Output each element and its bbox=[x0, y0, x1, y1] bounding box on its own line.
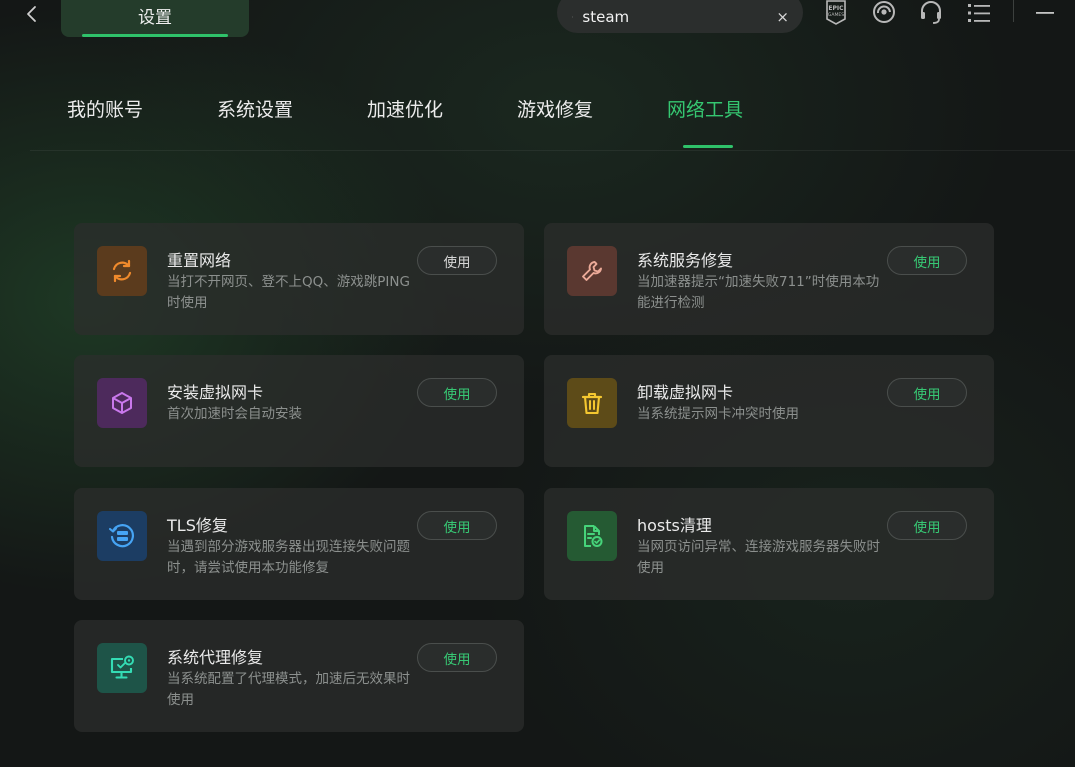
card-system-proxy-repair: 系统代理修复 当系统配置了代理模式，加速后无效果时使用 使用 bbox=[74, 620, 524, 732]
use-button[interactable]: 使用 bbox=[887, 378, 967, 407]
headset-support-icon[interactable] bbox=[917, 0, 945, 26]
tab-system-settings[interactable]: 系统设置 bbox=[217, 95, 293, 122]
use-button[interactable]: 使用 bbox=[417, 378, 497, 407]
server-icon bbox=[97, 511, 147, 561]
use-button[interactable]: 使用 bbox=[887, 246, 967, 275]
settings-tabs: 我的账号 系统设置 加速优化 游戏修复 网络工具 bbox=[0, 95, 1075, 151]
card-description: 当系统提示网卡冲突时使用 bbox=[637, 406, 799, 422]
card-system-service-repair: 系统服务修复 当加速器提示“加速失败711”时使用本功能进行检测 使用 bbox=[544, 223, 994, 335]
minimize-icon[interactable] bbox=[1031, 0, 1059, 26]
card-install-virtual-nic: 安装虚拟网卡 首次加速时会自动安装 使用 bbox=[74, 355, 524, 467]
settings-title-tab[interactable]: 设置 bbox=[61, 0, 249, 37]
search-input[interactable] bbox=[582, 7, 777, 26]
card-tls-repair: TLS修复 当遇到部分游戏服务器出现连接失败问题时，请尝试使用本功能修复 使用 bbox=[74, 488, 524, 600]
tabs-divider bbox=[30, 150, 1075, 151]
refresh-icon bbox=[97, 246, 147, 296]
card-title: 系统服务修复 bbox=[637, 251, 734, 270]
window-controls-divider bbox=[1013, 0, 1014, 22]
card-description: 当系统配置了代理模式，加速后无效果时使用 bbox=[167, 671, 410, 708]
card-title: 重置网络 bbox=[167, 251, 232, 270]
card-title: 安装虚拟网卡 bbox=[167, 383, 264, 402]
search-icon bbox=[572, 15, 574, 18]
card-title: TLS修复 bbox=[167, 516, 228, 535]
card-description: 当网页访问异常、连接游戏服务器失败时使用 bbox=[637, 539, 880, 576]
back-button[interactable] bbox=[18, 0, 46, 28]
epic-games-icon[interactable]: EPIC GAMES bbox=[822, 0, 850, 26]
ubisoft-icon[interactable] bbox=[870, 0, 898, 26]
card-hosts-cleanup: hosts清理 当网页访问异常、连接游戏服务器失败时使用 使用 bbox=[544, 488, 994, 600]
use-button[interactable]: 使用 bbox=[887, 511, 967, 540]
card-reset-network: 重置网络 当打不开网页、登不上QQ、游戏跳PING时使用 使用 bbox=[74, 223, 524, 335]
tab-game-repair[interactable]: 游戏修复 bbox=[517, 95, 593, 122]
cube-icon bbox=[97, 378, 147, 428]
title-bar: 设置 × EPIC GAMES bbox=[0, 0, 1075, 44]
card-uninstall-virtual-nic: 卸载虚拟网卡 当系统提示网卡冲突时使用 使用 bbox=[544, 355, 994, 467]
monitor-icon bbox=[97, 643, 147, 693]
file-check-icon bbox=[567, 511, 617, 561]
tab-network-tools[interactable]: 网络工具 bbox=[667, 95, 743, 122]
use-button[interactable]: 使用 bbox=[417, 511, 497, 540]
active-tab-indicator bbox=[683, 145, 733, 148]
card-title: 卸载虚拟网卡 bbox=[637, 383, 734, 402]
svg-text:EPIC: EPIC bbox=[828, 5, 844, 12]
tab-my-account[interactable]: 我的账号 bbox=[67, 95, 143, 122]
card-title: 系统代理修复 bbox=[167, 648, 264, 667]
use-button[interactable]: 使用 bbox=[417, 246, 497, 275]
card-description: 当遇到部分游戏服务器出现连接失败问题时，请尝试使用本功能修复 bbox=[167, 539, 410, 576]
card-description: 当打不开网页、登不上QQ、游戏跳PING时使用 bbox=[167, 274, 410, 311]
tab-acceleration-optimization[interactable]: 加速优化 bbox=[367, 95, 443, 122]
card-description: 首次加速时会自动安装 bbox=[167, 406, 302, 422]
card-description: 当加速器提示“加速失败711”时使用本功能进行检测 bbox=[637, 274, 880, 311]
window-title: 设置 bbox=[138, 8, 172, 28]
wrench-icon bbox=[567, 246, 617, 296]
search-box[interactable]: × bbox=[557, 0, 803, 33]
card-title: hosts清理 bbox=[637, 516, 712, 535]
list-menu-icon[interactable] bbox=[965, 0, 993, 26]
trash-icon bbox=[567, 378, 617, 428]
chevron-left-icon bbox=[27, 6, 36, 22]
use-button[interactable]: 使用 bbox=[417, 643, 497, 672]
clear-search-button[interactable]: × bbox=[776, 8, 789, 26]
svg-text:GAMES: GAMES bbox=[828, 12, 844, 18]
